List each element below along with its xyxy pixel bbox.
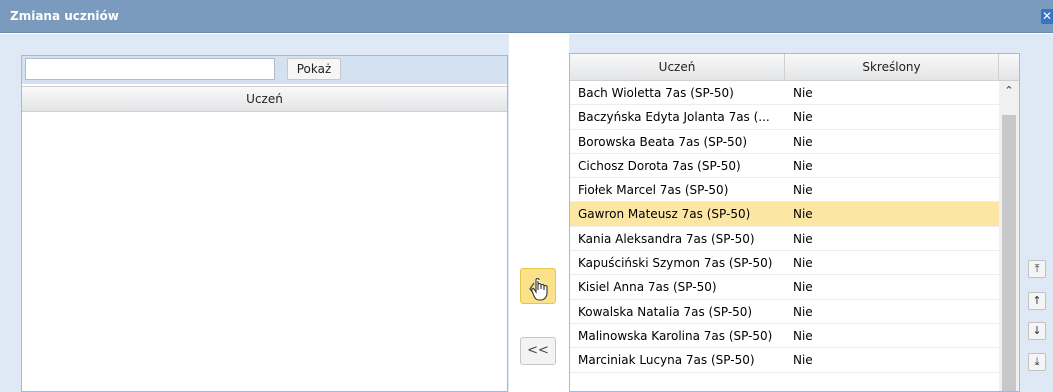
student-name-cell: Kania Aleksandra 7as (SP-50) xyxy=(578,231,755,246)
table-row-selected[interactable]: Gawron Mateusz 7as (SP-50) Nie xyxy=(570,202,999,227)
arrow-up-icon: ↑ xyxy=(1032,294,1042,307)
student-name-cell: Fiołek Marcel 7as (SP-50) xyxy=(578,183,729,198)
table-row[interactable]: Kowalska Natalia 7as (SP-50) Nie xyxy=(570,300,999,324)
deleted-cell: Nie xyxy=(793,256,813,271)
deleted-cell: Nie xyxy=(793,207,813,222)
table-row[interactable]: Cichosz Dorota 7as (SP-50) Nie xyxy=(570,154,999,179)
double-arrow-up-icon: ⤒ xyxy=(1034,262,1040,275)
move-down-button[interactable]: ↓ xyxy=(1028,322,1046,340)
column-header-student[interactable]: Uczeń xyxy=(570,54,785,80)
show-button[interactable]: Pokaż xyxy=(287,58,341,80)
table-row[interactable]: Fiołek Marcel 7as (SP-50) Nie xyxy=(570,178,999,203)
table-row[interactable]: Borowska Beata 7as (SP-50) Nie xyxy=(570,130,999,154)
double-arrow-down-icon: ⤓ xyxy=(1034,355,1040,368)
student-name-cell: Kapuściński Szymon 7as (SP-50) xyxy=(578,256,773,271)
student-name-cell: Borowska Beata 7as (SP-50) xyxy=(578,134,748,149)
scroll-up-icon[interactable]: ⌃ xyxy=(999,81,1019,101)
deleted-cell: Nie xyxy=(793,304,813,319)
available-students-panel: Pokaż Uczeń xyxy=(21,55,508,392)
student-name-cell: Kowalska Natalia 7as (SP-50) xyxy=(578,304,753,319)
deleted-cell: Nie xyxy=(793,231,813,246)
move-left-button[interactable] xyxy=(520,268,556,304)
move-up-button[interactable]: ↑ xyxy=(1028,292,1046,310)
table-row[interactable]: Malinowska Karolina 7as (SP-50) Nie xyxy=(570,324,999,349)
deleted-cell: Nie xyxy=(793,280,813,295)
order-buttons: ⤒ ↑ ↓ ⤓ xyxy=(1020,34,1053,392)
dialog-title: Zmiana uczniów xyxy=(10,9,119,23)
student-name-cell: Cichosz Dorota 7as (SP-50) xyxy=(578,158,741,173)
vertical-scrollbar[interactable]: ⌃ xyxy=(999,81,1019,391)
table-row[interactable]: Bach Wioletta 7as (SP-50) Nie xyxy=(570,81,999,106)
deleted-cell: Nie xyxy=(793,134,813,149)
column-header-student[interactable]: Uczeń xyxy=(22,86,507,112)
table-row[interactable]: Kisiel Anna 7as (SP-50) Nie xyxy=(570,275,999,300)
student-name-cell: Malinowska Karolina 7as (SP-50) xyxy=(578,328,773,343)
transfer-buttons: << xyxy=(509,34,569,392)
grid-header: Uczeń Skreślony xyxy=(570,54,1019,81)
student-name-cell: Gawron Mateusz 7as (SP-50) xyxy=(578,207,751,222)
deleted-cell: Nie xyxy=(793,183,813,198)
hand-pointer-icon xyxy=(529,277,548,301)
deleted-cell: Nie xyxy=(793,86,813,100)
search-input[interactable] xyxy=(25,58,275,80)
deleted-cell: Nie xyxy=(793,158,813,173)
column-header-deleted[interactable]: Skreślony xyxy=(785,54,999,80)
deleted-cell: Nie xyxy=(793,110,813,125)
arrow-down-icon: ↓ xyxy=(1032,324,1042,337)
move-top-button[interactable]: ⤒ xyxy=(1028,260,1046,278)
deleted-cell: Nie xyxy=(793,328,813,343)
student-name-cell: Bach Wioletta 7as (SP-50) xyxy=(578,86,734,100)
table-row[interactable]: Marciniak Lucyna 7as (SP-50) Nie xyxy=(570,348,999,373)
student-name-cell: Marciniak Lucyna 7as (SP-50) xyxy=(578,353,755,368)
move-bottom-button[interactable]: ⤓ xyxy=(1028,353,1046,371)
table-row[interactable]: Kania Aleksandra 7as (SP-50) Nie xyxy=(570,227,999,252)
close-icon[interactable]: ✕ xyxy=(1041,9,1053,24)
student-name-cell: Kisiel Anna 7as (SP-50) xyxy=(578,280,717,295)
table-row[interactable]: Kapuściński Szymon 7as (SP-50) Nie xyxy=(570,251,999,276)
dialog-body: Pokaż Uczeń << Uczeń Skreślony Bach Wiol… xyxy=(0,34,1053,392)
student-name-cell: Baczyńska Edyta Jolanta 7as (... xyxy=(578,110,770,125)
scrollbar-thumb[interactable] xyxy=(1002,115,1016,391)
grid-body: Bach Wioletta 7as (SP-50) Nie Baczyńska E… xyxy=(570,81,999,391)
assigned-students-grid: Uczeń Skreślony Bach Wioletta 7as (SP-50… xyxy=(569,53,1020,392)
deleted-cell: Nie xyxy=(793,353,813,368)
search-toolbar: Pokaż xyxy=(22,56,507,84)
table-row[interactable]: Baczyńska Edyta Jolanta 7as (... Nie xyxy=(570,105,999,130)
dialog-titlebar: Zmiana uczniów ✕ xyxy=(0,0,1053,33)
move-all-left-button[interactable]: << xyxy=(520,337,556,365)
